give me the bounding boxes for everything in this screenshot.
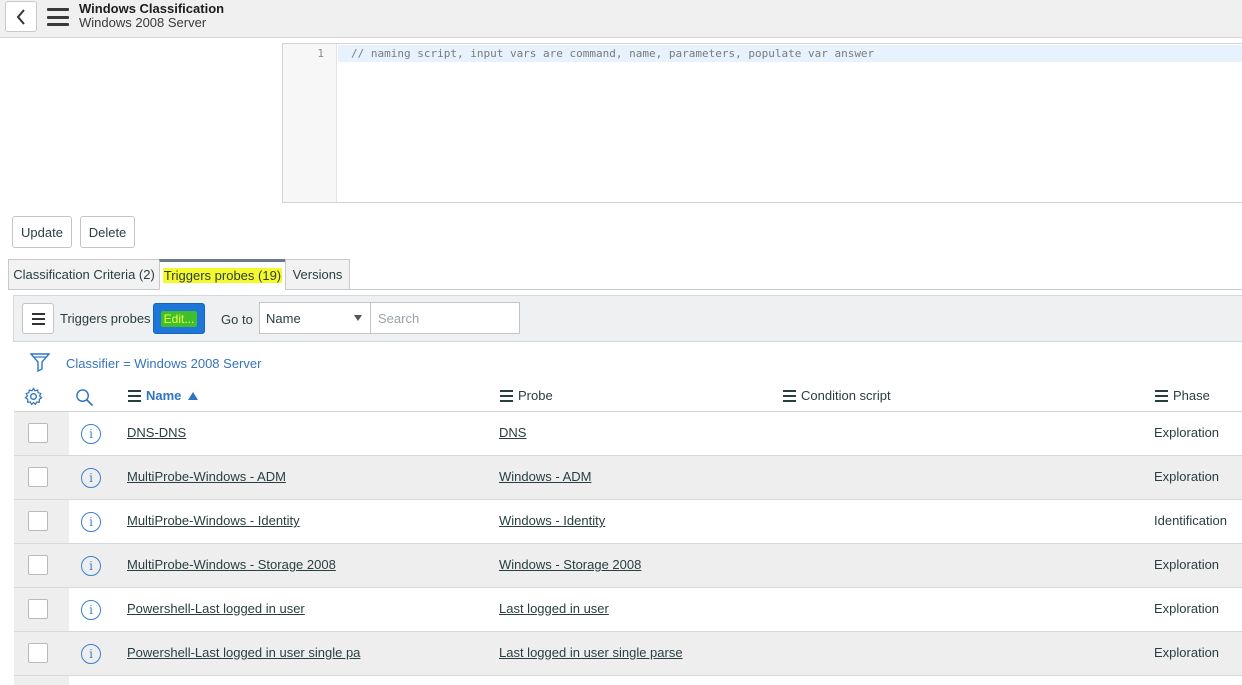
info-icon[interactable]: i xyxy=(81,468,101,488)
search-input[interactable] xyxy=(370,302,520,334)
phase-cell: Identification xyxy=(1154,513,1227,528)
table-row-partial xyxy=(14,676,1242,685)
row-checkbox[interactable] xyxy=(28,555,48,575)
list-context-menu-button[interactable] xyxy=(22,303,54,334)
info-icon[interactable]: i xyxy=(81,512,101,532)
info-icon[interactable]: i xyxy=(81,556,101,576)
code-comment: // naming script, input vars are command… xyxy=(351,47,875,60)
name-link[interactable]: MultiProbe-Windows - Storage 2008 xyxy=(127,557,336,572)
phase-cell: Exploration xyxy=(1154,557,1220,572)
search-icon[interactable] xyxy=(75,388,94,407)
name-link[interactable]: Powershell-Last logged in user single pa xyxy=(127,645,360,660)
column-menu-icon[interactable] xyxy=(500,389,513,402)
column-label: Phase xyxy=(1173,388,1210,403)
edit-button[interactable]: Edit... xyxy=(153,303,205,334)
filter-breadcrumb[interactable]: Classifier = Windows 2008 Server xyxy=(66,356,261,371)
checkbox-cell xyxy=(14,632,69,675)
probe-link[interactable]: Windows - Storage 2008 xyxy=(499,557,641,572)
caret-down-icon xyxy=(354,315,362,321)
back-button[interactable] xyxy=(5,1,37,32)
tab-classification-criteria[interactable]: Classification Criteria (2) xyxy=(8,259,160,290)
checkbox-cell xyxy=(14,412,69,455)
phase-cell: Exploration xyxy=(1154,645,1220,660)
probe-link[interactable]: Last logged in user xyxy=(499,601,609,616)
name-link[interactable]: Powershell-Last logged in user xyxy=(127,601,305,616)
probe-link[interactable]: Last logged in user single parse xyxy=(499,645,683,660)
tab-label: Versions xyxy=(292,267,343,282)
phase-cell: Exploration xyxy=(1154,601,1220,616)
checkbox-cell xyxy=(14,676,69,685)
column-header-name[interactable]: Name xyxy=(128,388,199,403)
row-checkbox[interactable] xyxy=(28,423,48,443)
tab-label: Triggers probes (19) xyxy=(162,268,283,283)
table-row: i Powershell-Last logged in user single … xyxy=(14,632,1242,676)
probe-link[interactable]: DNS xyxy=(499,425,526,440)
checkbox-cell xyxy=(14,544,69,587)
name-link[interactable]: DNS-DNS xyxy=(127,425,186,440)
line-number: 1 xyxy=(317,47,324,60)
app-header: Windows Classification Windows 2008 Serv… xyxy=(0,0,1242,38)
tab-label: Classification Criteria (2) xyxy=(13,267,155,282)
column-header-probe[interactable]: Probe xyxy=(500,388,553,403)
tab-triggers-probes[interactable]: Triggers probes (19) xyxy=(159,259,286,290)
info-icon[interactable]: i xyxy=(81,424,101,444)
row-checkbox[interactable] xyxy=(28,511,48,531)
script-editor[interactable]: 1 // naming script, input vars are comma… xyxy=(282,43,1242,203)
editor-gutter: 1 xyxy=(283,44,337,202)
table-row: i MultiProbe-Windows - Storage 2008 Wind… xyxy=(14,544,1242,588)
edit-button-label: Edit... xyxy=(160,310,198,327)
goto-field-select[interactable]: Name xyxy=(259,302,371,334)
column-label: Name xyxy=(146,388,182,403)
name-link[interactable]: MultiProbe-Windows - ADM xyxy=(127,469,286,484)
column-menu-icon[interactable] xyxy=(128,389,141,402)
column-header-phase[interactable]: Phase xyxy=(1155,388,1210,403)
filter-icon[interactable] xyxy=(30,352,50,372)
probe-link[interactable]: Windows - ADM xyxy=(499,469,591,484)
column-menu-icon[interactable] xyxy=(783,389,796,402)
sort-ascending-icon xyxy=(188,391,199,400)
row-checkbox[interactable] xyxy=(28,643,48,663)
table-row: i MultiProbe-Windows - ADM Windows - ADM… xyxy=(14,456,1242,500)
row-checkbox[interactable] xyxy=(28,599,48,619)
table-row: i DNS-DNS DNS Exploration xyxy=(14,412,1242,456)
hamburger-icon[interactable] xyxy=(47,8,69,26)
table-row: i MultiProbe-Windows - Identity Windows … xyxy=(14,500,1242,544)
info-icon[interactable]: i xyxy=(81,600,101,620)
name-link[interactable]: MultiProbe-Windows - Identity xyxy=(127,513,300,528)
update-button[interactable]: Update xyxy=(12,216,72,248)
column-label: Condition script xyxy=(801,388,891,403)
chevron-left-icon xyxy=(16,8,25,25)
checkbox-cell xyxy=(14,456,69,499)
table-row: i Powershell-Last logged in user Last lo… xyxy=(14,588,1242,632)
active-code-line[interactable]: // naming script, input vars are command… xyxy=(338,45,1242,62)
goto-label: Go to xyxy=(221,312,253,327)
list-title: Triggers probes xyxy=(60,311,151,326)
gear-icon[interactable] xyxy=(24,387,43,406)
list-toolbar: Triggers probes Edit... Go to Name xyxy=(13,295,1242,342)
phase-cell: Exploration xyxy=(1154,469,1220,484)
goto-selected-value: Name xyxy=(266,311,301,326)
tab-versions[interactable]: Versions xyxy=(285,259,350,290)
column-header-condition-script[interactable]: Condition script xyxy=(783,388,891,403)
checkbox-cell xyxy=(14,500,69,543)
row-checkbox[interactable] xyxy=(28,467,48,487)
page-title: Windows Classification xyxy=(79,1,225,16)
phase-cell: Exploration xyxy=(1154,425,1220,440)
column-label: Probe xyxy=(518,388,553,403)
checkbox-cell xyxy=(14,588,69,631)
probe-link[interactable]: Windows - Identity xyxy=(499,513,605,528)
page-subtitle: Windows 2008 Server xyxy=(79,15,207,30)
column-menu-icon[interactable] xyxy=(1155,389,1168,402)
delete-button[interactable]: Delete xyxy=(80,216,135,248)
info-icon[interactable]: i xyxy=(81,644,101,664)
